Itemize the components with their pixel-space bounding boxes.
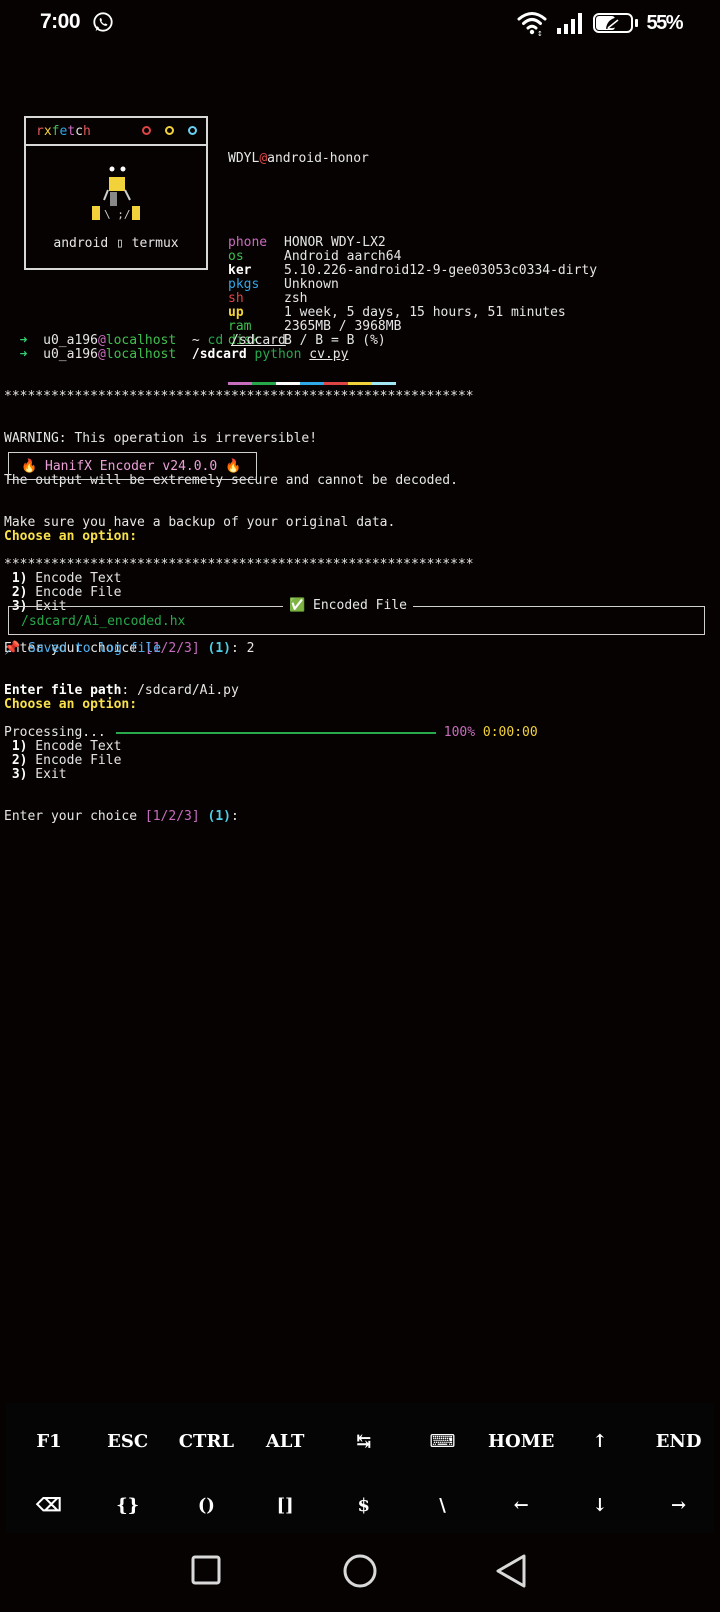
- maximize-dot-icon: [188, 126, 197, 135]
- menu-item-label: Encode Text: [27, 571, 122, 586]
- up-arrow-icon[interactable]: ↑: [565, 1431, 635, 1452]
- fetch-row-pkgs: pkgs Unknown: [228, 278, 597, 292]
- fetch-row-label: pkgs: [228, 277, 260, 292]
- battery-indicator: [593, 13, 639, 33]
- encoded-panel-title: ✅ Encoded File: [283, 599, 413, 613]
- menu-item: 1) Encode Text: [4, 740, 239, 754]
- fetch-title-char: h: [82, 124, 91, 139]
- status-bar: 7:00 ↕ 55%: [0, 0, 720, 48]
- extra-keys-bar: F1 ESC CTRL ALT ↹ ⌨ HOME ↑ END ⌫ {} () [] $ \ ← ↓ →: [6, 1403, 714, 1533]
- wifi-icon: ↕: [517, 12, 547, 36]
- menu-item-label: Encode File: [27, 585, 122, 600]
- fetch-row-label: ker: [228, 263, 252, 278]
- banner-title: 🔥 HanifX Encoder v24.0.0 🔥: [21, 459, 242, 474]
- choice-prompt[interactable]: Enter your choice [1/2/3] (1):: [4, 810, 239, 824]
- home-key[interactable]: HOME: [486, 1431, 556, 1452]
- esc-key[interactable]: ESC: [93, 1431, 163, 1452]
- fetch-title-char: c: [75, 124, 83, 139]
- fetch-row-value: 2365MB / 3968MB: [284, 319, 402, 334]
- fetch-title-char: r: [36, 124, 44, 139]
- right-arrow-icon[interactable]: →: [644, 1495, 714, 1516]
- menu-heading: Choose an option:: [4, 529, 138, 544]
- fetch-row-value: zsh: [284, 291, 308, 306]
- menu-item: 2) Encode File: [4, 754, 239, 768]
- navigation-bar: [0, 1538, 720, 1612]
- menu-item: 3) Exit: [4, 768, 239, 782]
- menu-item-number: 2): [4, 753, 28, 768]
- dollar-key[interactable]: $: [329, 1495, 399, 1516]
- menu-item-label: Encode Text: [27, 739, 122, 754]
- fetch-logo-box: rxfetch \_;/ android ▯ termux: [24, 116, 208, 270]
- minimize-dot-icon: [165, 126, 174, 135]
- keyboard-icon[interactable]: ⌨: [408, 1431, 478, 1452]
- back-icon[interactable]: [494, 1553, 528, 1589]
- fetch-row-sh: sh zsh: [228, 292, 597, 306]
- tab-icon[interactable]: ↹: [329, 1431, 399, 1452]
- fetch-row-label: os: [228, 249, 244, 264]
- fetch-user-host: WDYL@android-honor: [228, 151, 369, 166]
- fetch-title-char: t: [67, 124, 76, 139]
- fetch-row-label: up: [228, 305, 244, 320]
- window-dots: [142, 126, 197, 135]
- encoded-file-path: /sdcard/Ai_encoded.hx: [21, 614, 186, 629]
- saved-log-message: 📌 Saved to log file: [4, 641, 162, 656]
- close-dot-icon: [142, 126, 151, 135]
- battery-saver-icon: [606, 17, 623, 29]
- fetch-row-os: os Android aarch64: [228, 250, 597, 264]
- menu-item-number: 2): [4, 585, 28, 600]
- menu-item: 1) Encode Text: [4, 572, 538, 586]
- menu-heading: Choose an option:: [4, 697, 138, 712]
- svg-text:\_;/: \_;/: [104, 208, 131, 220]
- menu-item-label: Encode File: [27, 753, 122, 768]
- fetch-row-value: HONOR WDY-LX2: [284, 235, 386, 250]
- left-arrow-icon[interactable]: ←: [486, 1495, 556, 1516]
- fetch-row-label: sh: [228, 291, 244, 306]
- prompt-line-2: ➜ u0_a196@localhost /sdcard python cv.py: [19, 347, 349, 362]
- fetch-row-value: Unknown: [284, 277, 339, 292]
- battery-percent: 55%: [646, 11, 683, 34]
- status-time: 7:00: [40, 10, 81, 33]
- menu-item-label: Exit: [27, 767, 67, 782]
- f1-key[interactable]: F1: [14, 1431, 84, 1452]
- whatsapp-icon: [93, 12, 113, 32]
- fetch-caption: android ▯ termux: [53, 236, 179, 251]
- fetch-row-label: phone: [228, 235, 268, 250]
- menu-item-number: 3): [4, 767, 28, 782]
- encoded-file-panel: ✅ Encoded File /sdcard/Ai_encoded.hx: [8, 599, 705, 635]
- status-right: ↕ 55%: [517, 8, 683, 38]
- ctrl-key[interactable]: CTRL: [171, 1431, 241, 1452]
- fetch-row-value: 5.10.226-android12-9-gee03053c0334-dirty: [284, 263, 598, 278]
- home-icon[interactable]: [342, 1553, 378, 1589]
- fetch-title-bar: rxfetch: [26, 118, 206, 146]
- menu-item: 2) Encode File: [4, 586, 538, 600]
- menu-items: 1) Encode Text 2) Encode File 3) Exit: [4, 740, 239, 782]
- fetch-row-value: 1 week, 5 days, 15 hours, 51 minutes: [284, 305, 566, 320]
- svg-text:↕: ↕: [537, 30, 543, 36]
- warning-stars-top: ****************************************…: [4, 389, 474, 404]
- fetch-row-value: Android aarch64: [284, 249, 402, 264]
- fetch-title: rxfetch: [36, 125, 91, 139]
- fetch-title-char: x: [43, 124, 52, 139]
- alt-key[interactable]: ALT: [250, 1431, 320, 1452]
- menu-2: Choose an option: 1) Encode Text 2) Enco…: [4, 670, 239, 838]
- fetch-row-phone: phone HONOR WDY-LX2: [228, 236, 597, 250]
- warning-line-1: WARNING: This operation is irreversible!: [4, 431, 318, 446]
- tux-logo: \_;/: [92, 166, 140, 220]
- braces-key[interactable]: {}: [93, 1495, 163, 1516]
- backspace-icon[interactable]: ⌫: [14, 1495, 84, 1516]
- backslash-key[interactable]: \: [408, 1495, 478, 1516]
- battery-body: [593, 13, 634, 33]
- signal-icon: [557, 13, 583, 34]
- fetch-row-ker: ker 5.10.226-android12-9-gee03053c0334-di…: [228, 264, 597, 278]
- menu-item-number: 1): [4, 739, 28, 754]
- encoder-banner: 🔥 HanifX Encoder v24.0.0 🔥: [8, 452, 257, 480]
- parens-key[interactable]: (): [171, 1495, 241, 1516]
- recents-icon[interactable]: [190, 1554, 222, 1586]
- menu-item-number: 1): [4, 571, 28, 586]
- fetch-row-up: up 1 week, 5 days, 15 hours, 51 minutes: [228, 306, 597, 320]
- brackets-key[interactable]: []: [250, 1495, 320, 1516]
- end-key[interactable]: END: [644, 1431, 714, 1452]
- down-arrow-icon[interactable]: ↓: [565, 1495, 635, 1516]
